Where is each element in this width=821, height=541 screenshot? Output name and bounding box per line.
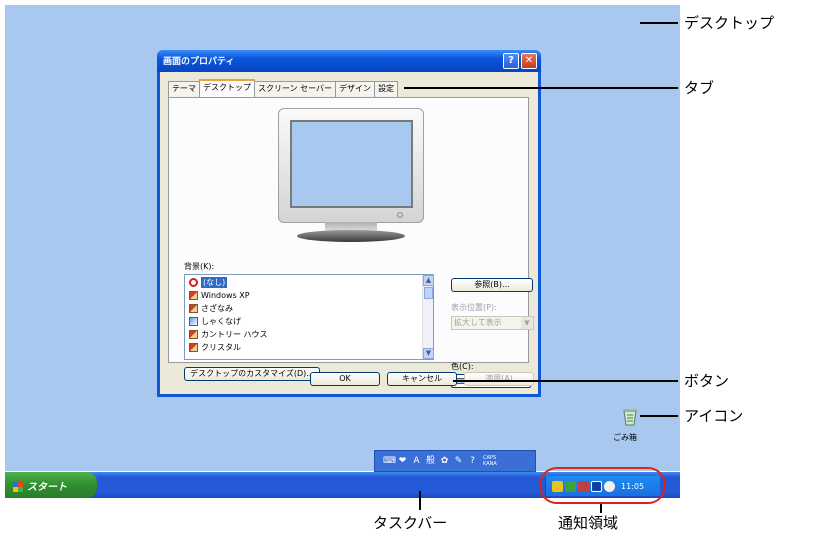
help-button[interactable]: ?	[503, 53, 519, 69]
callout-desktop: デスクトップ	[684, 14, 775, 32]
list-item[interactable]: Windows XP	[189, 290, 250, 301]
callout-taskbar: タスクバー	[373, 514, 448, 532]
list-item-label: Windows XP	[201, 291, 250, 300]
background-list[interactable]: (なし) Windows XP さざなみ しゃくなげ カントリー ハウス クリス…	[184, 274, 434, 360]
ime-mode-indicator[interactable]: A	[411, 456, 422, 467]
callout-line	[453, 380, 678, 382]
close-button[interactable]: ✕	[521, 53, 537, 69]
list-item[interactable]: しゃくなげ	[189, 316, 241, 327]
windows-logo-icon	[13, 482, 23, 492]
start-label: スタート	[27, 482, 67, 493]
list-item[interactable]: クリスタル	[189, 342, 241, 353]
monitor-preview	[278, 108, 424, 223]
list-item-label: しゃくなげ	[201, 317, 241, 326]
image-file-icon	[189, 304, 198, 313]
chevron-down-icon: ▼	[521, 317, 533, 329]
apply-button[interactable]: 適用(A)	[464, 372, 534, 386]
display-properties-window: 画面のプロパティ ? ✕ テーマ デスクトップ スクリーン セーバー デザイン …	[157, 50, 541, 397]
scroll-down-icon[interactable]: ▼	[423, 348, 434, 359]
position-label: 表示位置(P):	[451, 303, 497, 312]
callout-line	[640, 22, 678, 24]
position-value: 拡大して表示	[454, 318, 502, 327]
start-button[interactable]: スタート	[5, 472, 97, 498]
callout-icon: アイコン	[684, 407, 744, 425]
background-label: 背景(K):	[184, 262, 215, 271]
preview-screen	[290, 120, 413, 208]
list-item[interactable]: さざなみ	[189, 303, 233, 314]
window-title: 画面のプロパティ	[163, 57, 235, 67]
ime-label[interactable]: 般	[425, 456, 436, 467]
cancel-button[interactable]: キャンセル	[387, 372, 457, 386]
image-file-icon	[189, 343, 198, 352]
tab-strip: テーマ デスクトップ スクリーン セーバー デザイン 設定	[168, 79, 399, 97]
tool-icon[interactable]: ✎	[453, 456, 464, 467]
image-file-icon	[189, 291, 198, 300]
pad-icon[interactable]: ✿	[439, 456, 450, 467]
tab-screensaver[interactable]: スクリーン セーバー	[254, 81, 337, 97]
customize-desktop-button[interactable]: デスクトップのカスタマイズ(D)...	[184, 367, 320, 381]
list-item[interactable]: カントリー ハウス	[189, 329, 268, 340]
position-select[interactable]: 拡大して表示 ▼	[451, 316, 534, 330]
recycle-bin-icon[interactable]	[621, 406, 639, 426]
image-file-icon	[189, 330, 198, 339]
list-item-label: クリスタル	[201, 343, 241, 352]
image-file-icon	[189, 317, 198, 326]
color-label: 色(C):	[451, 362, 474, 371]
keyboard-icon[interactable]: ⌨	[383, 456, 396, 467]
caps-kana-indicator: CAPS KANA	[483, 455, 497, 467]
list-item-label: カントリー ハウス	[201, 330, 268, 339]
browse-button[interactable]: 参照(B)...	[451, 278, 533, 292]
callout-line	[419, 491, 421, 510]
help-icon[interactable]: ?	[467, 456, 478, 467]
kana-label: KANA	[483, 461, 497, 467]
power-led-icon	[397, 212, 403, 218]
list-item-label: さざなみ	[201, 304, 233, 313]
callout-notification-area: 通知領域	[558, 514, 619, 532]
scroll-up-icon[interactable]: ▲	[423, 275, 434, 286]
language-bar[interactable]: ⌨ ❤ A 般 ✿ ✎ ? CAPS KANA	[374, 450, 536, 472]
ime-icon[interactable]: ❤	[397, 456, 408, 467]
callout-button: ボタン	[684, 372, 730, 390]
callout-line	[404, 87, 678, 89]
list-item-label: (なし)	[201, 277, 228, 288]
ok-button[interactable]: OK	[310, 372, 380, 386]
recycle-bin-label[interactable]: ごみ箱	[613, 432, 637, 443]
tab-theme[interactable]: テーマ	[168, 81, 200, 97]
notification-area-highlight	[539, 467, 666, 504]
title-bar[interactable]: 画面のプロパティ ? ✕	[157, 50, 541, 72]
monitor-stand	[297, 230, 405, 242]
tab-settings[interactable]: 設定	[374, 81, 399, 97]
list-scrollbar[interactable]: ▲ ▼	[422, 275, 434, 359]
desktop-tab-panel: 背景(K): (なし) Windows XP さざなみ しゃくなげ カントリー …	[168, 97, 534, 388]
tab-desktop[interactable]: デスクトップ	[199, 79, 255, 97]
callout-line	[640, 415, 678, 417]
none-icon	[189, 278, 198, 287]
scroll-thumb[interactable]	[424, 287, 433, 299]
tab-design[interactable]: デザイン	[335, 81, 376, 97]
list-item[interactable]: (なし)	[189, 277, 228, 288]
callout-tab: タブ	[684, 79, 715, 97]
dialog-client-area: テーマ デスクトップ スクリーン セーバー デザイン 設定 背景(K): (なし…	[160, 72, 538, 394]
